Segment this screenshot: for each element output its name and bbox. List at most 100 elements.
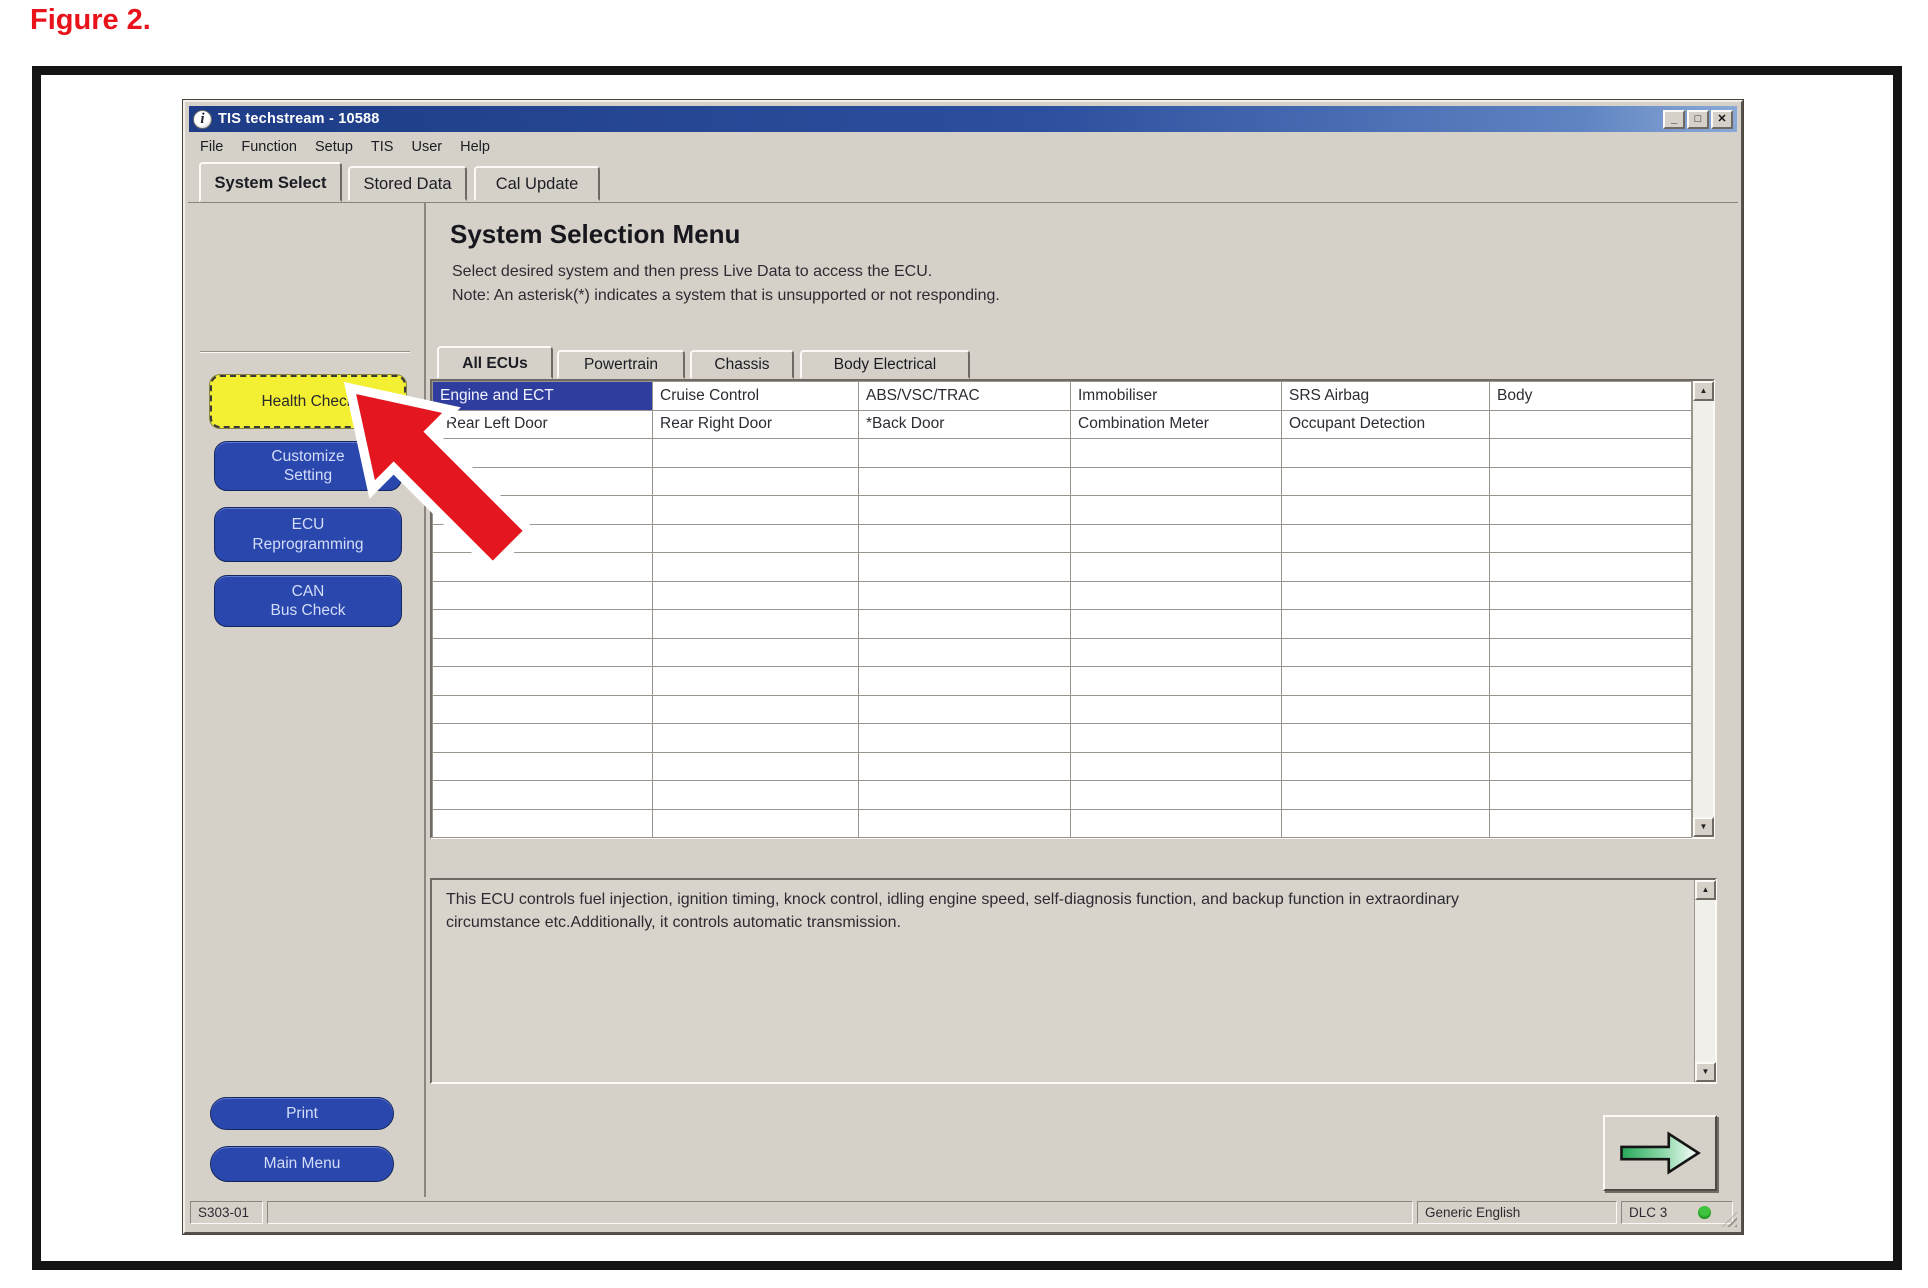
ecu-cell-empty[interactable] [1490,695,1692,724]
ecu-cell-empty[interactable] [1490,809,1692,838]
ecu-cell-empty[interactable] [1071,638,1282,667]
ecu-cell-empty[interactable] [1071,496,1282,525]
subtab-powertrain[interactable]: Powertrain [557,350,685,379]
ecu-cell-empty[interactable] [433,496,653,525]
ecu-cell-empty[interactable] [653,724,859,753]
ecu-cell-empty[interactable] [1490,410,1692,439]
ecu-cell-empty[interactable] [859,553,1071,582]
menu-item-function[interactable]: Function [232,139,306,155]
ecu-cell-empty[interactable] [653,695,859,724]
ecu-cell-empty[interactable] [1282,695,1490,724]
ecu-cell-empty[interactable] [859,581,1071,610]
health-check-button[interactable]: Health Check [210,375,406,428]
ecu-cell-empty[interactable] [1071,467,1282,496]
ecu-cell-empty[interactable] [1490,724,1692,753]
ecu-cell-empty[interactable] [433,638,653,667]
ecu-cell-empty[interactable] [859,610,1071,639]
ecu-cell-empty[interactable] [1490,638,1692,667]
ecu-cell[interactable]: Rear Right Door [653,410,859,439]
ecu-cell-empty[interactable] [859,781,1071,810]
ecu-cell-empty[interactable] [1490,496,1692,525]
ecu-cell-empty[interactable] [1490,781,1692,810]
ecu-cell-empty[interactable] [1490,581,1692,610]
ecu-cell-empty[interactable] [1282,638,1490,667]
ecu-cell-empty[interactable] [653,809,859,838]
ecu-cell-empty[interactable] [653,781,859,810]
ecu-cell-empty[interactable] [653,553,859,582]
ecu-cell-empty[interactable] [859,667,1071,696]
ecu-cell-empty[interactable] [433,809,653,838]
ecu-cell-empty[interactable] [1071,695,1282,724]
ecu-cell-empty[interactable] [1282,667,1490,696]
ecu-cell-empty[interactable] [433,752,653,781]
ecu-cell-empty[interactable] [1071,781,1282,810]
tab-cal-update[interactable]: Cal Update [474,166,600,201]
scroll-up-icon[interactable]: ▲ [1693,381,1714,401]
ecu-cell[interactable]: SRS Airbag [1282,382,1490,411]
ecu-cell-empty[interactable] [1282,524,1490,553]
scroll-down-icon[interactable]: ▼ [1693,817,1714,837]
can-bus-check-button[interactable]: CAN Bus Check [214,575,402,627]
minimize-button[interactable]: _ [1663,110,1685,129]
ecu-cell-empty[interactable] [653,524,859,553]
ecu-cell-empty[interactable] [1071,809,1282,838]
subtab-body-electrical[interactable]: Body Electrical [800,350,970,379]
ecu-cell[interactable]: ABS/VSC/TRAC [859,382,1071,411]
ecu-cell-empty[interactable] [859,724,1071,753]
scroll-up-icon[interactable]: ▲ [1695,880,1716,900]
print-button[interactable]: Print [210,1097,394,1130]
ecu-reprogramming-button[interactable]: ECU Reprogramming [214,507,402,562]
ecu-cell-empty[interactable] [1071,439,1282,468]
ecu-cell-empty[interactable] [1490,752,1692,781]
ecu-cell-empty[interactable] [1071,553,1282,582]
ecu-cell-empty[interactable] [1071,524,1282,553]
ecu-cell-empty[interactable] [653,439,859,468]
ecu-cell-empty[interactable] [1071,667,1282,696]
table-scrollbar[interactable]: ▲ ▼ [1692,381,1713,837]
subtab-all-ecus[interactable]: All ECUs [437,346,553,379]
ecu-cell-empty[interactable] [859,809,1071,838]
customize-setting-button[interactable]: Customize Setting [214,441,402,491]
ecu-cell-empty[interactable] [1490,467,1692,496]
ecu-cell[interactable]: Cruise Control [653,382,859,411]
ecu-cell-empty[interactable] [1282,610,1490,639]
description-scrollbar[interactable]: ▲ ▼ [1694,880,1715,1082]
ecu-cell-empty[interactable] [653,581,859,610]
ecu-cell[interactable]: Occupant Detection [1282,410,1490,439]
ecu-cell-empty[interactable] [1490,524,1692,553]
ecu-cell-empty[interactable] [433,467,653,496]
ecu-cell[interactable]: Engine and ECT [433,382,653,411]
ecu-cell-empty[interactable] [433,610,653,639]
ecu-cell-empty[interactable] [433,439,653,468]
ecu-cell-empty[interactable] [433,524,653,553]
menu-item-setup[interactable]: Setup [306,139,362,155]
ecu-cell-empty[interactable] [433,695,653,724]
subtab-chassis[interactable]: Chassis [690,350,794,379]
ecu-cell[interactable]: Body [1490,382,1692,411]
ecu-cell-empty[interactable] [1071,581,1282,610]
ecu-cell-empty[interactable] [433,781,653,810]
maximize-button[interactable]: □ [1687,110,1709,129]
ecu-cell-empty[interactable] [433,553,653,582]
tab-stored-data[interactable]: Stored Data [348,166,467,201]
menu-item-file[interactable]: File [191,139,232,155]
ecu-cell-empty[interactable] [859,752,1071,781]
ecu-cell-empty[interactable] [653,752,859,781]
ecu-cell-empty[interactable] [653,638,859,667]
ecu-cell-empty[interactable] [433,667,653,696]
ecu-cell-empty[interactable] [1071,610,1282,639]
ecu-cell-empty[interactable] [1282,781,1490,810]
ecu-cell-empty[interactable] [1490,553,1692,582]
next-button[interactable] [1603,1115,1717,1191]
ecu-cell-empty[interactable] [859,496,1071,525]
ecu-cell-empty[interactable] [1490,610,1692,639]
menu-item-tis[interactable]: TIS [362,139,403,155]
ecu-cell-empty[interactable] [1282,809,1490,838]
ecu-cell[interactable]: *Back Door [859,410,1071,439]
ecu-cell-empty[interactable] [653,667,859,696]
ecu-cell-empty[interactable] [653,496,859,525]
ecu-cell-empty[interactable] [1282,581,1490,610]
tab-system-select[interactable]: System Select [199,162,342,202]
ecu-cell-empty[interactable] [1282,553,1490,582]
close-button[interactable]: ✕ [1711,110,1733,129]
